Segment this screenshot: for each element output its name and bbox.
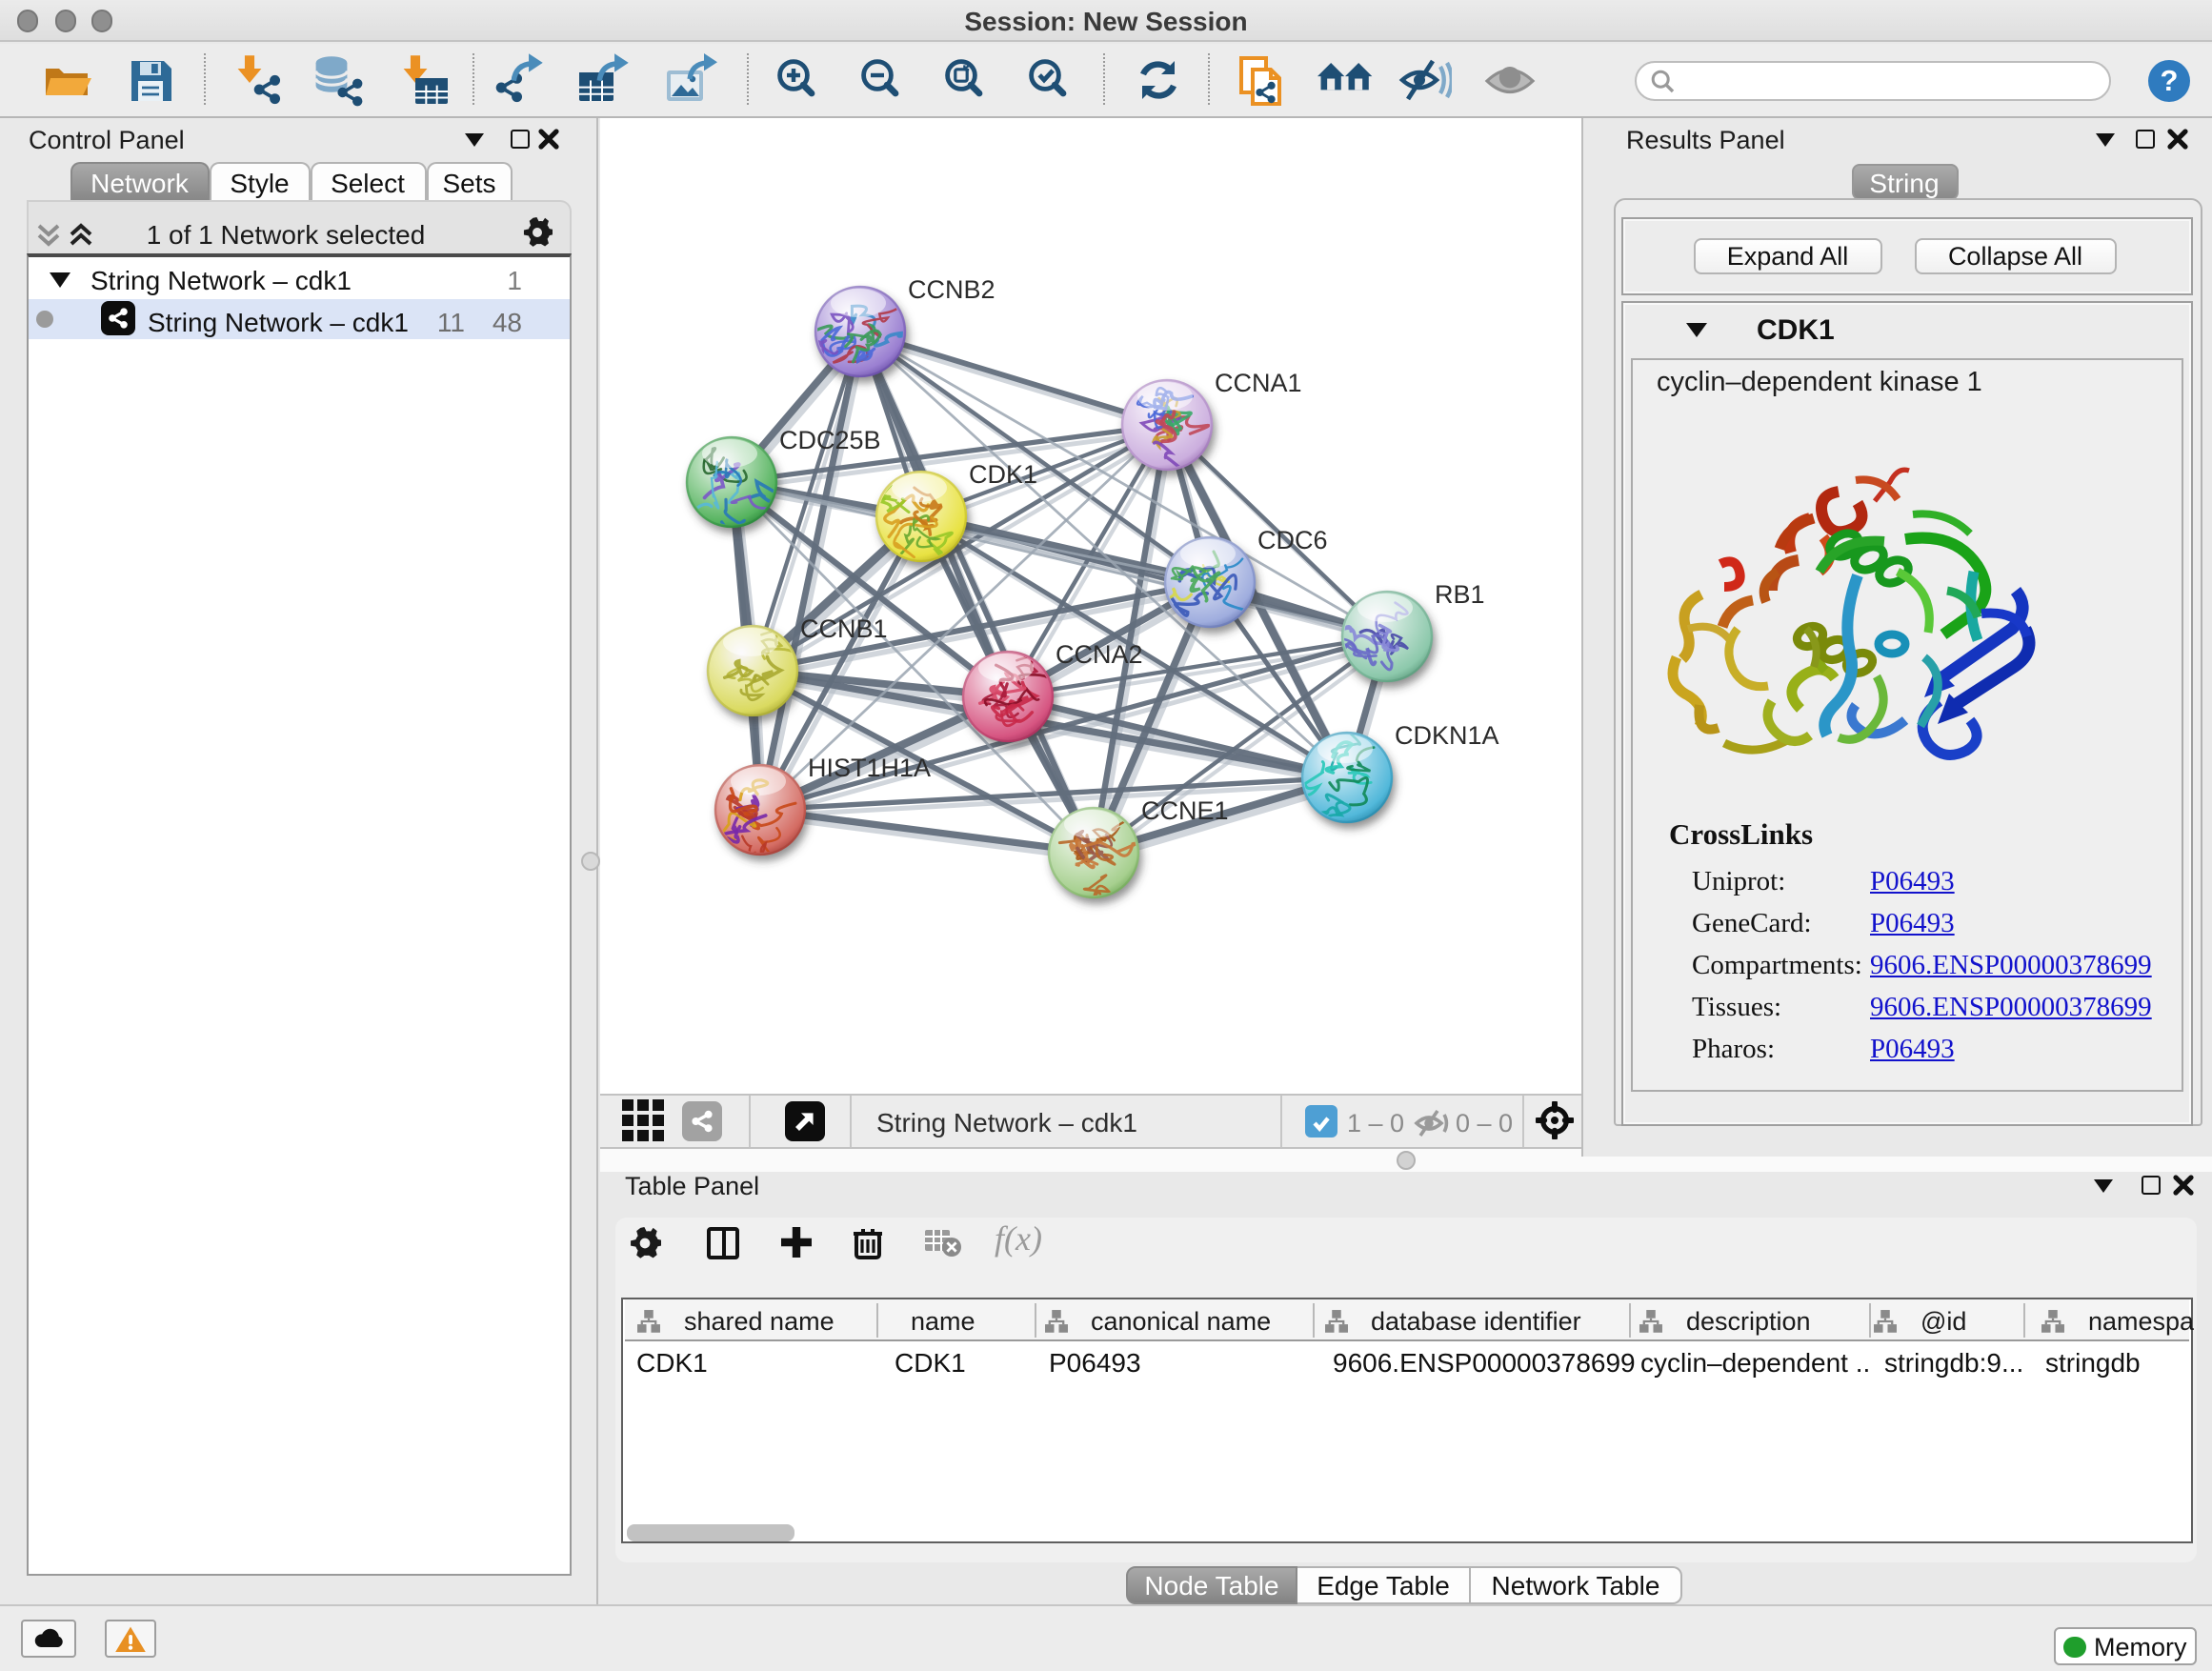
svg-text:CCNA1: CCNA1 bbox=[1214, 369, 1301, 397]
svg-text:RB1: RB1 bbox=[1434, 580, 1484, 609]
svg-text:CCNA2: CCNA2 bbox=[1055, 640, 1142, 669]
svg-text:CCNB2: CCNB2 bbox=[907, 275, 995, 304]
svg-text:CCNE1: CCNE1 bbox=[1140, 796, 1228, 825]
svg-text:CDC6: CDC6 bbox=[1257, 526, 1327, 554]
svg-text:CDKN1A: CDKN1A bbox=[1394, 721, 1498, 750]
svg-text:HIST1H1A: HIST1H1A bbox=[807, 754, 930, 782]
svg-text:CDK1: CDK1 bbox=[968, 460, 1036, 489]
svg-text:?: ? bbox=[2160, 63, 2178, 96]
svg-text:CCNB1: CCNB1 bbox=[799, 614, 887, 643]
svg-text:CDC25B: CDC25B bbox=[778, 426, 880, 454]
